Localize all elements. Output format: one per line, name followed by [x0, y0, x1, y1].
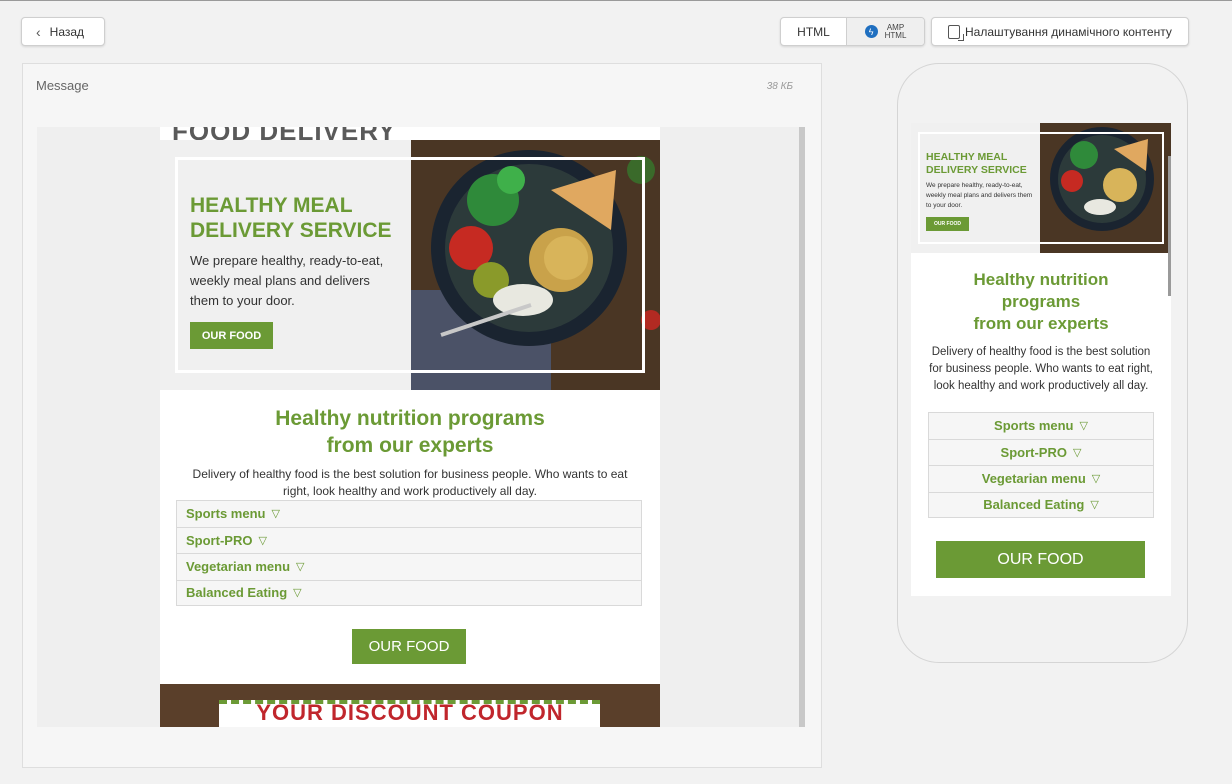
email-body: FOOD DELIVERY HEALTHY MEAL DELIVERY SERV…	[160, 127, 660, 727]
triangle-down-icon: ▽	[1079, 420, 1088, 433]
mobile-scrollbar-thumb[interactable]	[1168, 156, 1171, 296]
mobile-preview-screen[interactable]: HEALTHY MEAL DELIVERY SERVICE We prepare…	[911, 123, 1171, 596]
triangle-down-icon: ▽	[293, 587, 302, 600]
top-border	[0, 0, 1232, 1]
lightning-icon: ϟ	[864, 25, 878, 38]
mobile-section-heading-line3: from our experts	[973, 314, 1109, 333]
triangle-down-icon: ▽	[296, 561, 305, 574]
mobile-accordion-item-balanced-eating[interactable]: Balanced Eating ▽	[928, 491, 1154, 518]
mobile-section-heading-line1: Healthy nutrition	[973, 270, 1109, 289]
accordion-item-label: Vegetarian menu	[981, 471, 1086, 487]
amp-html-tab-label: AMP HTML	[884, 23, 907, 40]
accordion-item-sport-pro[interactable]: Sport-PRO ▽	[176, 526, 642, 553]
mobile-hero-our-food-button[interactable]: OUR FOOD	[926, 217, 969, 231]
triangle-down-icon: ▽	[271, 508, 280, 521]
menu-accordion: Sports menu ▽ Sport-PRO ▽ Vegetarian men…	[176, 500, 642, 606]
section-heading: Healthy nutrition programs from our expe…	[160, 405, 660, 459]
accordion-item-sports-menu[interactable]: Sports menu ▽	[176, 500, 642, 527]
mobile-hero-heading-line2: DELIVERY SERVICE	[926, 164, 1027, 176]
mobile-section-text: Delivery of healthy food is the best sol…	[929, 346, 1153, 392]
mobile-hero-heading-line1: HEALTHY MEAL	[926, 151, 1008, 163]
coupon-title: YOUR DISCOUNT COUPON	[256, 700, 564, 725]
accordion-item-label: Vegetarian menu	[186, 559, 291, 575]
hero-heading-line1: HEALTHY MEAL	[190, 194, 353, 217]
html-tab[interactable]: HTML	[781, 18, 847, 45]
back-button[interactable]: ‹ Назад	[21, 17, 105, 46]
hero-heading: HEALTHY MEAL DELIVERY SERVICE	[190, 193, 392, 243]
our-food-button[interactable]: OUR FOOD	[352, 629, 466, 664]
accordion-item-label: Sports menu	[186, 506, 266, 522]
triangle-down-icon: ▽	[258, 534, 267, 547]
triangle-down-icon: ▽	[1072, 446, 1082, 459]
mobile-accordion-item-sports-menu[interactable]: Sports menu ▽	[928, 412, 1154, 439]
message-preview-panel: Message 38 КБ FOOD DELIVERY HEALTHY MEAL…	[22, 63, 822, 768]
section-heading-line2: from our experts	[326, 434, 494, 457]
desktop-preview-viewport[interactable]: FOOD DELIVERY HEALTHY MEAL DELIVERY SERV…	[37, 127, 805, 727]
format-switcher: HTML ϟ AMP HTML	[780, 17, 925, 46]
section-heading-line1: Healthy nutrition programs	[275, 407, 545, 430]
amp-html-tab[interactable]: ϟ AMP HTML	[847, 18, 924, 45]
section-text: Delivery of healthy food is the best sol…	[192, 467, 628, 498]
mobile-our-food-button[interactable]: OUR FOOD	[936, 541, 1145, 578]
panel-title: Message	[36, 78, 89, 93]
accordion-item-label: Balanced Eating	[983, 497, 1085, 513]
html-tab-label: HTML	[797, 24, 830, 39]
mobile-hero-banner: HEALTHY MEAL DELIVERY SERVICE We prepare…	[911, 123, 1171, 253]
accordion-item-balanced-eating[interactable]: Balanced Eating ▽	[176, 579, 642, 606]
dynamic-content-icon	[948, 24, 964, 41]
hero-our-food-button[interactable]: OUR FOOD	[190, 322, 273, 349]
mobile-section-heading-line2: programs	[1001, 292, 1081, 311]
accordion-item-label: Balanced Eating	[186, 585, 288, 601]
dynamic-content-label: Налаштування динамічного контенту	[965, 24, 1172, 39]
mobile-hero-heading: HEALTHY MEAL DELIVERY SERVICE	[926, 151, 1027, 177]
message-size: 38 КБ	[766, 81, 793, 92]
vertical-scrollbar-track[interactable]	[799, 127, 805, 727]
accordion-item-label: Sports menu	[994, 418, 1074, 434]
mobile-hero-text: We prepare healthy, ready-to-eat, weekly…	[926, 182, 1033, 209]
accordion-item-label: Sport-PRO	[186, 532, 253, 548]
hero-heading-line2: DELIVERY SERVICE	[190, 219, 392, 242]
mobile-accordion-item-sport-pro[interactable]: Sport-PRO ▽	[928, 438, 1154, 465]
amp-label-line2: HTML	[884, 30, 907, 40]
discount-coupon-banner: YOUR DISCOUNT COUPON	[160, 684, 660, 727]
triangle-down-icon: ▽	[1091, 473, 1101, 486]
back-button-label: Назад	[49, 24, 85, 39]
accordion-item-label: Sport-PRO	[1000, 444, 1067, 460]
triangle-down-icon: ▽	[1090, 499, 1099, 512]
chevron-left-icon: ‹	[36, 23, 41, 40]
accordion-item-vegetarian-menu[interactable]: Vegetarian menu ▽	[176, 553, 642, 580]
hero-banner: HEALTHY MEAL DELIVERY SERVICE We prepare…	[160, 140, 660, 390]
mobile-accordion-item-vegetarian-menu[interactable]: Vegetarian menu ▽	[928, 465, 1154, 492]
dynamic-content-settings-button[interactable]: Налаштування динамічного контенту	[931, 17, 1189, 46]
mobile-section-heading: Healthy nutrition programs from our expe…	[911, 269, 1171, 335]
hero-text: We prepare healthy, ready-to-eat, weekly…	[190, 253, 384, 308]
mobile-menu-accordion: Sports menu ▽ Sport-PRO ▽ Vegetarian men…	[928, 412, 1154, 518]
mobile-preview-frame: HEALTHY MEAL DELIVERY SERVICE We prepare…	[897, 63, 1188, 663]
